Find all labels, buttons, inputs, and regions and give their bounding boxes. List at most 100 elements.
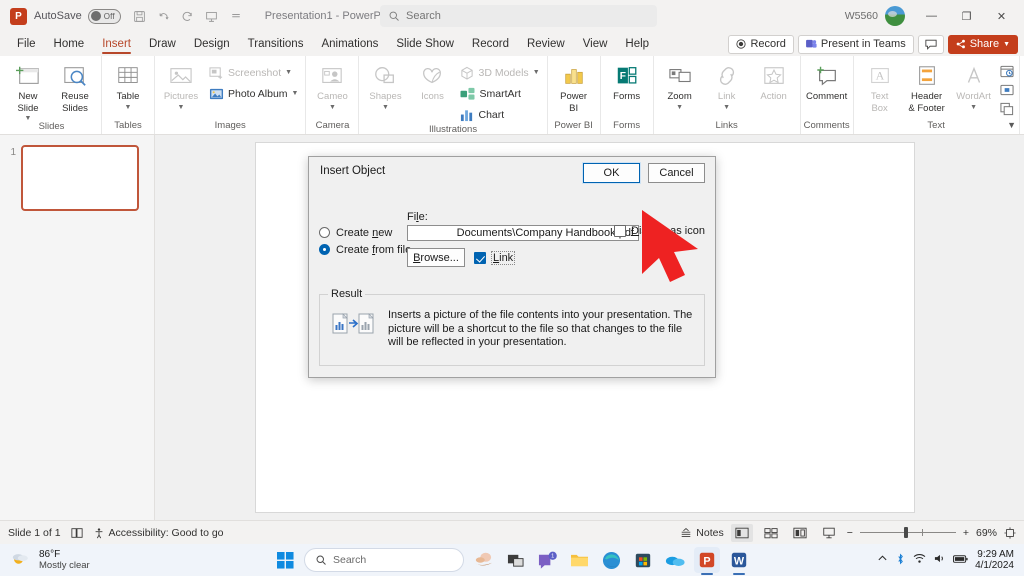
microsoft-edge-icon[interactable]	[598, 547, 624, 573]
ribbon-tab-draw[interactable]: Draw	[140, 32, 185, 56]
autosave-toggle[interactable]: Off	[87, 8, 121, 24]
show-hidden-icons-icon[interactable]	[877, 553, 888, 567]
chevron-down-icon[interactable]: ▼	[676, 104, 683, 111]
ribbon-button-chart[interactable]: Chart	[456, 104, 543, 125]
minimize-button[interactable]: —	[915, 1, 948, 31]
start-button-icon[interactable]	[272, 547, 298, 573]
undo-icon[interactable]	[153, 5, 175, 27]
ok-button[interactable]: OK	[582, 162, 641, 184]
ribbon-tab-transitions[interactable]: Transitions	[239, 32, 313, 56]
ribbon-button-reuse-slides[interactable]: Reuse Slides	[52, 58, 98, 114]
zoom-in-button[interactable]: +	[963, 527, 969, 539]
record-button[interactable]: Record	[728, 34, 794, 54]
ribbon-tab-view[interactable]: View	[574, 32, 617, 56]
powerpoint-taskbar-icon[interactable]: P	[694, 547, 720, 573]
chevron-down-icon[interactable]: ▼	[723, 104, 730, 111]
title-bar-right: W5560 — ❐ ✕	[845, 1, 1020, 31]
present-in-teams-button[interactable]: Present in Teams	[797, 34, 914, 54]
clock[interactable]: 9:29 AM 4/1/2024	[975, 549, 1014, 572]
file-path-input[interactable]	[407, 225, 639, 241]
onedrive-icon[interactable]	[662, 547, 688, 573]
ribbon-button-smartart[interactable]: SmartArt	[456, 83, 543, 104]
slide-thumbnail-1[interactable]	[21, 145, 139, 211]
maximize-button[interactable]: ❐	[950, 1, 983, 31]
save-icon[interactable]	[129, 5, 151, 27]
microsoft-teams-icon[interactable]: 1	[534, 547, 560, 573]
microsoft-store-icon[interactable]	[630, 547, 656, 573]
create-new-radio-row[interactable]: Create new	[319, 224, 405, 241]
slide-thumbnail-row[interactable]: 1	[6, 145, 154, 211]
accessibility-status[interactable]: Accessibility: Good to go	[93, 527, 224, 539]
normal-view-button[interactable]	[730, 523, 753, 542]
ribbon-tab-help[interactable]: Help	[616, 32, 658, 56]
task-view-icon[interactable]	[502, 547, 528, 573]
search-input[interactable]	[406, 10, 649, 22]
redo-icon[interactable]	[177, 5, 199, 27]
ribbon-tab-animations[interactable]: Animations	[312, 32, 387, 56]
chevron-down-icon[interactable]: ▼	[292, 90, 299, 97]
ribbon-tab-slide-show[interactable]: Slide Show	[387, 32, 463, 56]
chevron-down-icon[interactable]: ▼	[970, 104, 977, 111]
create-from-file-radio-row[interactable]: Create from file	[319, 241, 411, 258]
create-from-file-radio[interactable]	[319, 244, 330, 255]
ribbon-button-table[interactable]: Table ▼	[105, 58, 151, 111]
slide-show-button[interactable]	[818, 524, 840, 542]
ribbon-tab-design[interactable]: Design	[185, 32, 239, 56]
create-new-radio[interactable]	[319, 227, 330, 238]
copilot-icon[interactable]	[470, 547, 496, 573]
zoom-slider[interactable]	[859, 527, 956, 539]
file-explorer-icon[interactable]	[566, 547, 592, 573]
link-checkbox[interactable]	[474, 251, 486, 264]
chevron-down-icon[interactable]: ▼	[178, 104, 185, 111]
wifi-icon[interactable]	[913, 553, 926, 567]
display-as-icon-row[interactable]: Display as icon	[614, 225, 705, 237]
ribbon-button-new-slide[interactable]: New Slide ▼	[5, 58, 51, 122]
link-checkbox-row[interactable]: Link	[474, 250, 516, 265]
ribbon-tab-review[interactable]: Review	[518, 32, 574, 56]
ribbon-button-forms[interactable]: F Forms	[604, 58, 650, 103]
ribbon-tab-insert[interactable]: Insert	[93, 32, 140, 56]
ribbon-button-slide-number[interactable]	[998, 81, 1016, 98]
zoom-level[interactable]: 69%	[976, 527, 997, 539]
volume-icon[interactable]	[933, 553, 946, 567]
chevron-down-icon[interactable]: ▼	[125, 104, 132, 111]
ribbon-button-zoom[interactable]: Zoom ▼	[657, 58, 703, 111]
ribbon-tab-file[interactable]: File	[8, 32, 45, 56]
weather-widget[interactable]: 86°F Mostly clear	[10, 549, 90, 572]
notes-button[interactable]: Notes	[680, 527, 724, 539]
book-icon[interactable]	[70, 527, 83, 539]
ribbon-tab-record[interactable]: Record	[463, 32, 518, 56]
chevron-down-icon[interactable]: ▼	[382, 104, 389, 111]
battery-icon[interactable]	[953, 554, 968, 567]
fit-slide-to-window-icon[interactable]	[1004, 526, 1016, 539]
ribbon-button-object[interactable]	[998, 100, 1016, 117]
ribbon-button-photo-album[interactable]: Photo Album ▼	[205, 83, 302, 104]
slide-sorter-view-button[interactable]	[760, 524, 782, 542]
ribbon-button-header-footer[interactable]: Header & Footer	[904, 58, 950, 114]
cancel-button[interactable]: Cancel	[648, 163, 705, 183]
chevron-down-icon[interactable]: ▼	[25, 115, 32, 122]
comments-button[interactable]	[917, 34, 944, 54]
word-taskbar-icon[interactable]: W	[726, 547, 752, 573]
share-button[interactable]: Share ▼	[947, 34, 1018, 54]
ribbon-button-new-comment[interactable]: Comment	[804, 58, 850, 103]
bluetooth-icon[interactable]	[895, 552, 906, 568]
ribbon-tab-home[interactable]: Home	[45, 32, 94, 56]
search-box[interactable]	[380, 5, 657, 27]
ribbon-button-date-and-time[interactable]	[998, 62, 1016, 79]
ribbon-button-power-bi[interactable]: Power BI	[551, 58, 597, 114]
chevron-down-icon[interactable]: ▼	[329, 104, 336, 111]
display-as-icon-checkbox[interactable]	[614, 225, 626, 237]
chevron-down-icon[interactable]: ▼	[533, 69, 540, 76]
browse-button[interactable]: Browse...	[407, 248, 465, 267]
zoom-slider-thumb[interactable]	[903, 527, 908, 538]
taskbar-search[interactable]: Search	[304, 548, 464, 572]
start-presentation-icon[interactable]	[201, 5, 223, 27]
zoom-out-button[interactable]: −	[847, 527, 853, 539]
chevron-down-icon[interactable]: ▼	[285, 69, 292, 76]
customize-quick-access-toolbar-icon[interactable]	[225, 5, 247, 27]
close-button[interactable]: ✕	[985, 1, 1018, 31]
reading-view-button[interactable]	[789, 524, 811, 542]
avatar[interactable]	[885, 6, 905, 26]
collapse-ribbon-icon[interactable]: ▼	[1007, 120, 1016, 130]
